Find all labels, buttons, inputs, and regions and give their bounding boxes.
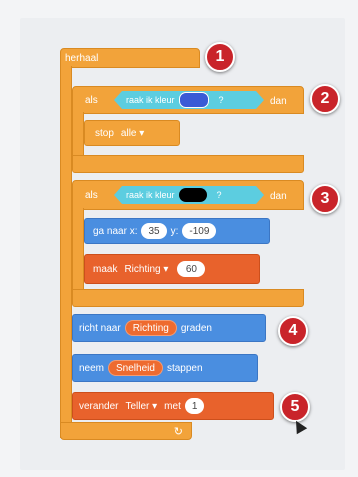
y-input[interactable]: -109 xyxy=(182,223,217,239)
repeat-block[interactable]: herhaal xyxy=(60,48,200,68)
sensor-label: raak ik kleur xyxy=(126,190,175,200)
move-suffix: stappen xyxy=(166,362,203,374)
then-label: dan xyxy=(270,95,287,107)
loop-arrow-icon: ↻ xyxy=(173,425,183,438)
richting-reporter[interactable]: Richting xyxy=(124,320,177,336)
sensor-question: ? xyxy=(218,95,224,105)
change-variable-block[interactable]: verander Teller ▾ met 1 xyxy=(72,392,274,420)
canvas: herhaal ↻ als raak ik kleur ? dan stop a… xyxy=(0,0,358,477)
variable-dropdown[interactable]: Richting ▾ xyxy=(121,261,171,277)
point-direction-block[interactable]: richt naar Richting graden xyxy=(72,314,266,342)
touching-color-sensor-2[interactable]: raak ik kleur ? xyxy=(114,186,264,204)
snelheid-reporter[interactable]: Snelheid xyxy=(108,360,163,376)
marker-1: 1 xyxy=(205,42,235,72)
x-input[interactable]: 35 xyxy=(141,223,167,239)
stop-label: stop xyxy=(95,127,114,139)
if-2-arm xyxy=(72,208,84,290)
if-2-footer xyxy=(72,289,304,307)
set-variable-block[interactable]: maak Richting ▾ 60 xyxy=(84,254,260,284)
repeat-arm xyxy=(60,66,72,438)
if-label: als xyxy=(85,189,98,201)
if-label: als xyxy=(85,94,98,106)
point-suffix: graden xyxy=(180,322,212,334)
touching-color-sensor-1[interactable]: raak ik kleur ? xyxy=(114,91,264,109)
goto-label: ga naar x: xyxy=(93,225,138,237)
repeat-label: herhaal xyxy=(65,52,99,64)
change-value-input[interactable]: 1 xyxy=(184,398,205,414)
sensor-question: ? xyxy=(216,190,222,200)
marker-3: 3 xyxy=(310,184,340,214)
marker-4: 4 xyxy=(278,316,308,346)
move-steps-block[interactable]: neem Snelheid stappen xyxy=(72,354,258,382)
marker-5: 5 xyxy=(280,392,310,422)
color-swatch-blue[interactable] xyxy=(179,92,209,108)
marker-2: 2 xyxy=(310,84,340,114)
if-1-footer xyxy=(72,155,304,173)
y-label: y: xyxy=(170,225,179,237)
set-label: maak xyxy=(93,263,118,275)
then-label: dan xyxy=(270,190,287,202)
sensor-label: raak ik kleur xyxy=(126,95,175,105)
move-label: neem xyxy=(79,362,105,374)
change-label: verander xyxy=(79,400,119,412)
stop-block[interactable]: stop alle ▾ xyxy=(84,120,180,146)
if-1-arm xyxy=(72,112,84,156)
color-swatch-black[interactable] xyxy=(179,188,207,202)
repeat-footer: ↻ xyxy=(60,422,192,440)
point-label: richt naar xyxy=(79,322,121,334)
value-input[interactable]: 60 xyxy=(177,261,206,277)
goto-block[interactable]: ga naar x: 35 y: -109 xyxy=(84,218,270,244)
stop-option-dropdown[interactable]: alle ▾ xyxy=(118,125,147,141)
teller-dropdown[interactable]: Teller ▾ xyxy=(122,398,160,414)
change-mid: met xyxy=(164,400,181,412)
